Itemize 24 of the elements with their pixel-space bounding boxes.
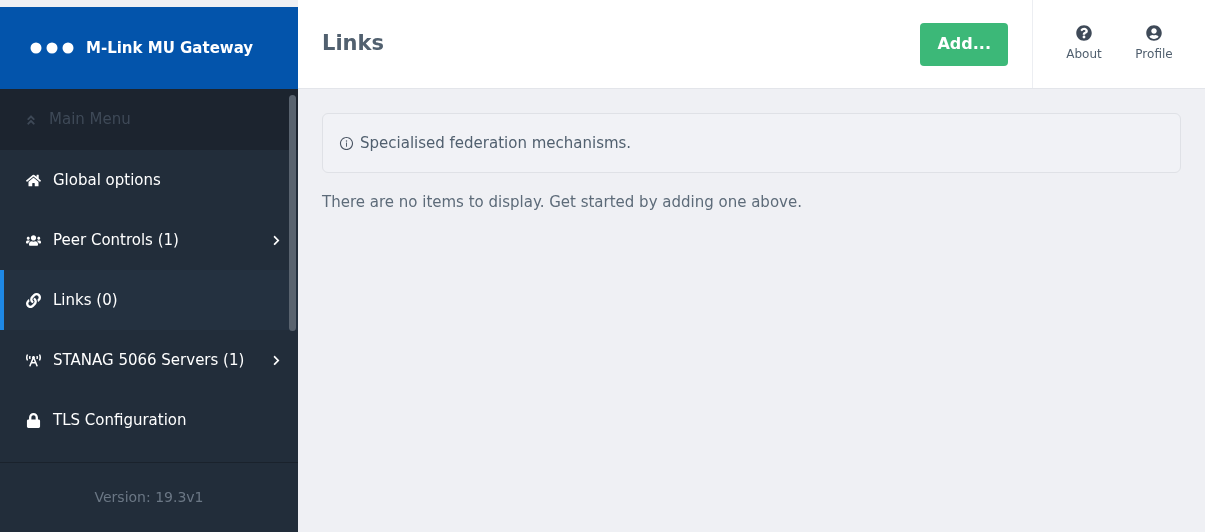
page-title: Links xyxy=(322,30,385,58)
menu-item[interactable]: Links (0) xyxy=(0,270,298,330)
brand-title: M-Link MU Gateway xyxy=(86,37,254,59)
help-icon xyxy=(1076,25,1092,41)
version-text: Version: 19.3v1 xyxy=(94,488,204,507)
dots-icon xyxy=(30,42,74,54)
info-icon xyxy=(339,135,354,151)
antenna-icon xyxy=(26,352,41,368)
chevron-right-icon xyxy=(271,354,282,366)
menu-item[interactable]: STANAG 5066 Servers (1) xyxy=(0,330,298,390)
double-chevron-up-icon xyxy=(25,113,37,126)
home-icon xyxy=(26,172,41,188)
header-action[interactable]: About xyxy=(1053,25,1115,63)
lock-icon xyxy=(26,412,41,428)
header-action[interactable]: Profile xyxy=(1123,25,1185,63)
chevron-right-icon xyxy=(271,234,282,246)
empty-message: There are no items to display. Get started by adding one above. xyxy=(322,192,803,213)
users-icon xyxy=(26,232,41,248)
link-icon xyxy=(26,292,41,308)
info-text: Specialised federation mechanisms. xyxy=(360,132,632,154)
user-icon xyxy=(1146,25,1162,41)
menu-item[interactable]: TLS Configuration xyxy=(0,390,298,450)
menu-item[interactable]: Peer Controls (1) xyxy=(0,210,298,270)
menu-item[interactable]: Global options xyxy=(0,150,298,210)
